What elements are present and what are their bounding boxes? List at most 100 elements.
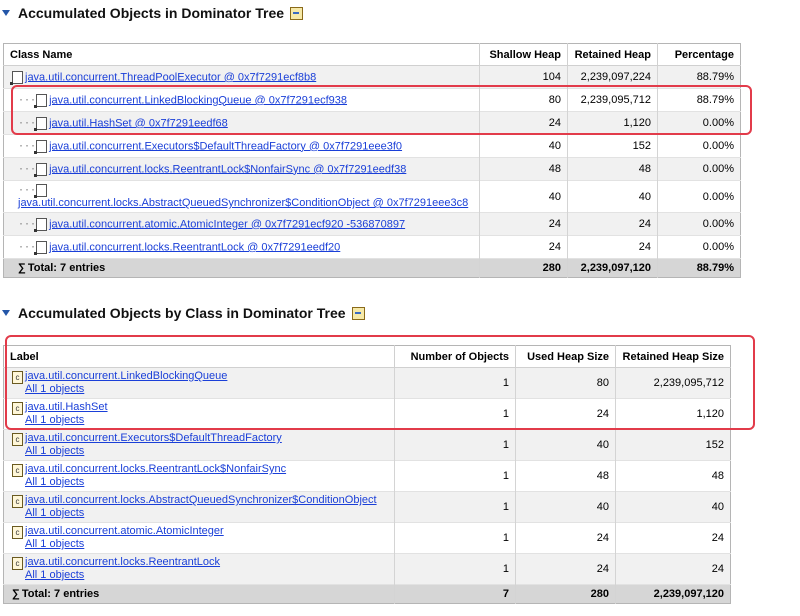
object-link[interactable]: java.util.concurrent.locks.AbstractQueue… xyxy=(18,197,468,209)
object-count-cell: 1 xyxy=(394,460,516,492)
collapse-triangle-icon[interactable] xyxy=(2,10,10,16)
table-row[interactable]: ··· java.util.concurrent.locks.ReentrantL… xyxy=(3,157,741,181)
class-link[interactable]: java.util.concurrent.locks.AbstractQueue… xyxy=(25,494,377,506)
object-count-cell: 1 xyxy=(394,429,516,461)
object-link[interactable]: java.util.concurrent.locks.ReentrantLock… xyxy=(49,241,340,253)
total-count-cell: 7 xyxy=(394,584,516,604)
table-row[interactable]: ··· java.util.concurrent.LinkedBlockingQu… xyxy=(3,88,741,112)
object-instance-icon xyxy=(34,93,48,108)
class-icon xyxy=(12,464,23,477)
class-icon xyxy=(12,433,23,446)
export-icon[interactable] xyxy=(290,6,304,20)
section-title-text: Accumulated Objects by Class in Dominato… xyxy=(18,305,346,321)
table-row[interactable]: java.util.concurrent.atomic.AtomicIntege… xyxy=(3,522,731,554)
total-shallow-cell: 280 xyxy=(479,258,568,278)
total-percentage-cell: 88.79% xyxy=(657,258,741,278)
percentage-cell: 0.00% xyxy=(657,180,741,213)
table-row[interactable]: ··· java.util.concurrent.locks.AbstractQu… xyxy=(3,180,741,213)
table-row[interactable]: ··· java.util.HashSet @ 0x7f7291eedf68 24 1… xyxy=(3,111,741,135)
class-label-cell: java.util.HashSetAll 1 objects xyxy=(3,398,395,430)
percentage-cell: 0.00% xyxy=(657,235,741,259)
table-row[interactable]: java.util.concurrent.locks.ReentrantLock… xyxy=(3,553,731,585)
class-label-cell: java.util.concurrent.atomic.AtomicIntege… xyxy=(3,522,395,554)
object-link[interactable]: java.util.concurrent.locks.ReentrantLock… xyxy=(49,163,406,175)
class-icon xyxy=(12,557,23,570)
col-shallow-heap[interactable]: Shallow Heap xyxy=(479,43,568,66)
table-row[interactable]: java.util.concurrent.LinkedBlockingQueue… xyxy=(3,367,731,399)
class-link[interactable]: java.util.concurrent.atomic.AtomicIntege… xyxy=(25,525,224,537)
object-link[interactable]: java.util.HashSet @ 0x7f7291eedf68 xyxy=(49,117,228,129)
class-link[interactable]: java.util.concurrent.LinkedBlockingQueue xyxy=(25,370,227,382)
class-link[interactable]: java.util.concurrent.locks.ReentrantLock xyxy=(25,556,220,568)
col-class-name[interactable]: Class Name xyxy=(3,43,480,66)
class-link[interactable]: java.util.HashSet xyxy=(25,401,108,413)
table-row[interactable]: java.util.HashSetAll 1 objects1241,120 xyxy=(3,398,731,430)
used-heap-cell: 40 xyxy=(515,491,616,523)
total-retained-cell: 2,239,097,120 xyxy=(567,258,658,278)
object-instance-icon xyxy=(34,139,48,154)
all-objects-link[interactable]: All 1 objects xyxy=(25,414,84,426)
shallow-heap-cell: 40 xyxy=(479,180,568,213)
section-title-text: Accumulated Objects in Dominator Tree xyxy=(18,5,285,21)
class-link[interactable]: java.util.concurrent.locks.ReentrantLock… xyxy=(25,463,286,475)
export-icon[interactable] xyxy=(351,306,365,320)
object-link[interactable]: java.util.concurrent.Executors$DefaultTh… xyxy=(49,140,402,152)
table-row[interactable]: java.util.concurrent.locks.AbstractQueue… xyxy=(3,491,731,523)
class-label-cell: java.util.concurrent.locks.ReentrantLock… xyxy=(3,553,395,585)
table-header-row: Label Number of Objects Used Heap Size R… xyxy=(3,345,731,368)
object-instance-icon xyxy=(34,217,48,232)
all-objects-link[interactable]: All 1 objects xyxy=(25,476,84,488)
table-row[interactable]: ··· java.util.concurrent.atomic.AtomicInt… xyxy=(3,212,741,236)
total-label-cell: ∑ Total: 7 entries xyxy=(3,258,480,278)
sum-icon: ∑ xyxy=(12,588,20,600)
col-retained-heap[interactable]: Retained Heap xyxy=(567,43,658,66)
retained-heap-cell: 48 xyxy=(567,157,658,181)
object-link[interactable]: java.util.concurrent.LinkedBlockingQueue… xyxy=(49,94,347,106)
all-objects-link[interactable]: All 1 objects xyxy=(25,383,84,395)
class-name-cell: ··· java.util.concurrent.LinkedBlockingQu… xyxy=(3,88,480,112)
object-instance-icon xyxy=(34,184,48,198)
col-retained-heap-size[interactable]: Retained Heap Size xyxy=(615,345,731,368)
table-row[interactable]: ··· java.util.concurrent.locks.ReentrantL… xyxy=(3,235,741,259)
class-name-cell: ··· java.util.concurrent.locks.ReentrantL… xyxy=(3,235,480,259)
section-title-by-class: Accumulated Objects by Class in Dominato… xyxy=(2,305,365,321)
total-label-cell: ∑ Total: 7 entries xyxy=(3,584,395,604)
retained-heap-cell: 24 xyxy=(615,553,731,585)
table-row[interactable]: java.util.concurrent.locks.ReentrantLock… xyxy=(3,460,731,492)
shallow-heap-cell: 80 xyxy=(479,88,568,112)
object-link[interactable]: java.util.concurrent.atomic.AtomicIntege… xyxy=(49,218,405,230)
retained-heap-cell: 40 xyxy=(567,180,658,213)
class-name-cell: ··· java.util.concurrent.locks.AbstractQu… xyxy=(3,180,480,213)
class-link[interactable]: java.util.concurrent.Executors$DefaultTh… xyxy=(25,432,282,444)
col-number-of-objects[interactable]: Number of Objects xyxy=(394,345,516,368)
percentage-cell: 0.00% xyxy=(657,111,741,135)
table-row[interactable]: ··· java.util.concurrent.Executors$Defaul… xyxy=(3,134,741,158)
all-objects-link[interactable]: All 1 objects xyxy=(25,538,84,550)
object-link[interactable]: java.util.concurrent.ThreadPoolExecutor … xyxy=(25,71,316,83)
class-name-cell: ··· java.util.concurrent.Executors$Defaul… xyxy=(3,134,480,158)
used-heap-cell: 80 xyxy=(515,367,616,399)
all-objects-link[interactable]: All 1 objects xyxy=(25,569,84,581)
percentage-cell: 88.79% xyxy=(657,88,741,112)
all-objects-link[interactable]: All 1 objects xyxy=(25,445,84,457)
collapse-triangle-icon[interactable] xyxy=(2,310,10,316)
object-count-cell: 1 xyxy=(394,491,516,523)
dominator-tree-table: Class Name Shallow Heap Retained Heap Pe… xyxy=(3,43,741,278)
shallow-heap-cell: 104 xyxy=(479,65,568,89)
class-name-cell: ··· java.util.concurrent.locks.ReentrantL… xyxy=(3,157,480,181)
class-label-cell: java.util.concurrent.locks.ReentrantLock… xyxy=(3,460,395,492)
table-row[interactable]: java.util.concurrent.ThreadPoolExecutor … xyxy=(3,65,741,89)
percentage-cell: 0.00% xyxy=(657,134,741,158)
retained-heap-cell: 1,120 xyxy=(567,111,658,135)
used-heap-cell: 40 xyxy=(515,429,616,461)
all-objects-link[interactable]: All 1 objects xyxy=(25,507,84,519)
shallow-heap-cell: 24 xyxy=(479,111,568,135)
col-used-heap-size[interactable]: Used Heap Size xyxy=(515,345,616,368)
table-row[interactable]: java.util.concurrent.Executors$DefaultTh… xyxy=(3,429,731,461)
class-icon xyxy=(12,371,23,384)
retained-heap-cell: 152 xyxy=(615,429,731,461)
shallow-heap-cell: 24 xyxy=(479,235,568,259)
col-label[interactable]: Label xyxy=(3,345,395,368)
col-percentage[interactable]: Percentage xyxy=(657,43,741,66)
retained-heap-cell: 48 xyxy=(615,460,731,492)
